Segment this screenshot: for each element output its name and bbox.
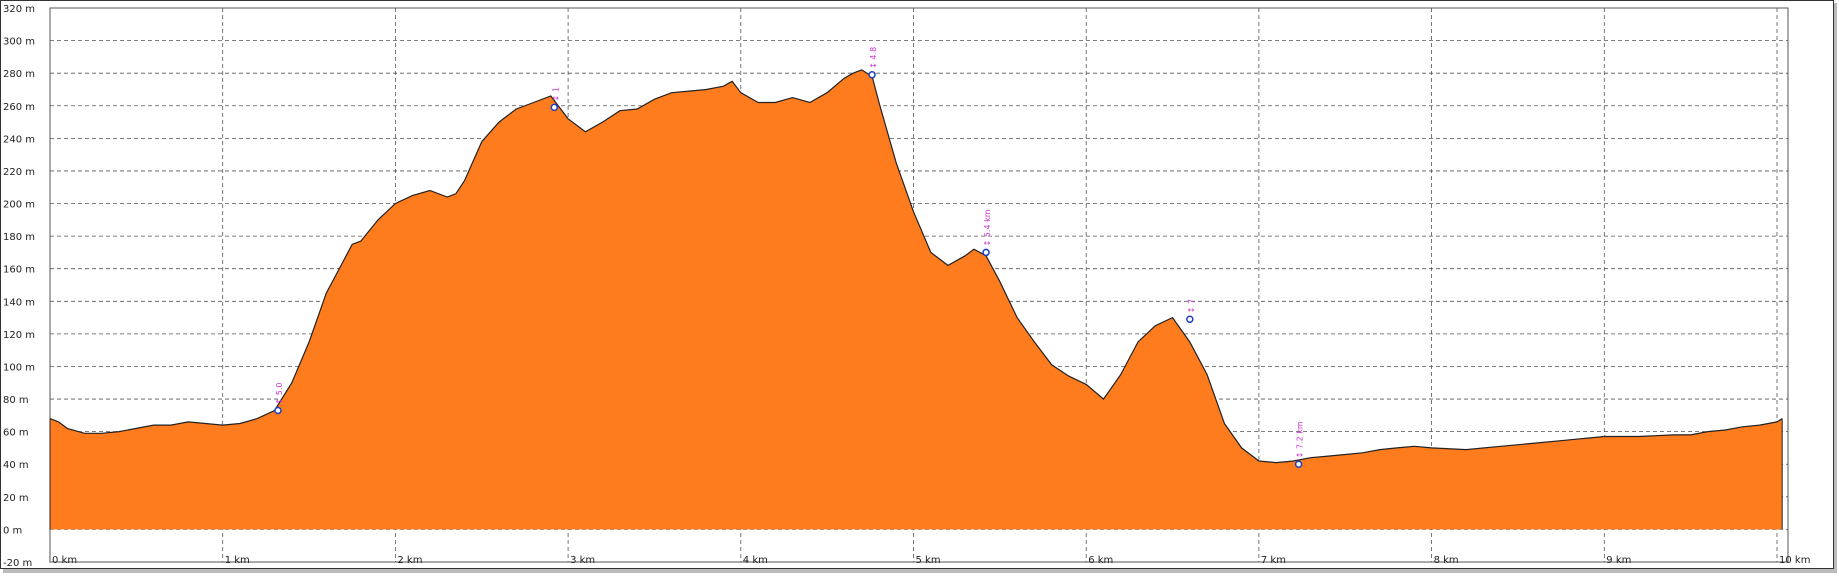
waypoint-label: ↕ 5.4 km bbox=[983, 209, 992, 246]
y-tick-label: 60 m bbox=[3, 428, 29, 439]
y-tick-label: 140 m bbox=[3, 297, 35, 308]
elevation-profile-chart: -20 m 0 m 20 m 40 m 60 m 80 m 100 m 120 m 140 m 1… bbox=[0, 0, 1839, 575]
y-tick-label: 260 m bbox=[3, 102, 35, 113]
waypoint-label: ↕ 7 bbox=[1187, 299, 1196, 313]
x-tick-label: 6 km bbox=[1088, 555, 1113, 566]
y-tick-label: 220 m bbox=[3, 167, 35, 178]
x-tick-label: 3 km bbox=[570, 555, 595, 566]
x-tick-label: 10 km bbox=[1779, 555, 1810, 566]
x-tick-label: 7 km bbox=[1261, 555, 1286, 566]
waypoint-marker bbox=[1294, 460, 1303, 468]
y-tick-label: 280 m bbox=[3, 69, 35, 80]
y-tick-label: 240 m bbox=[3, 134, 35, 145]
waypoint-marker bbox=[982, 248, 990, 257]
y-tick-label: 180 m bbox=[3, 232, 35, 243]
y-tick-label: 300 m bbox=[3, 37, 35, 48]
waypoint-marker bbox=[274, 406, 282, 415]
y-tick-label: 320 m bbox=[3, 4, 35, 15]
y-tick-label: 0 m bbox=[3, 525, 22, 536]
x-tick-label: 2 km bbox=[397, 555, 422, 566]
y-tick-label: -20 m bbox=[3, 558, 32, 569]
y-tick-label: 80 m bbox=[3, 395, 29, 406]
waypoint-marker bbox=[868, 71, 876, 79]
x-tick-label: 0 km bbox=[52, 555, 77, 566]
waypoint-marker bbox=[550, 103, 559, 112]
x-tick-label: 4 km bbox=[743, 555, 768, 566]
elevation-chart-svg: -20 m 0 m 20 m 40 m 60 m 80 m 100 m 120 m 140 m 1… bbox=[0, 0, 1837, 573]
y-tick-label: 100 m bbox=[3, 362, 35, 373]
y-tick-label: 120 m bbox=[3, 330, 35, 341]
x-tick-label: 8 km bbox=[1434, 555, 1459, 566]
waypoint-label: ↕ 7.2 km bbox=[1296, 421, 1305, 458]
waypoint-marker bbox=[1186, 315, 1194, 323]
waypoint-label: ↕ 4.8 bbox=[869, 47, 878, 69]
x-tick-label: 9 km bbox=[1606, 555, 1631, 566]
y-tick-label: 200 m bbox=[3, 200, 35, 211]
x-tick-label: 5 km bbox=[916, 555, 941, 566]
y-tick-label: 20 m bbox=[3, 493, 29, 504]
y-tick-label: 160 m bbox=[3, 265, 35, 276]
waypoint-label: ↕ 5.0 bbox=[275, 382, 284, 404]
y-tick-label: 40 m bbox=[3, 460, 29, 471]
x-tick-label: 1 km bbox=[225, 555, 250, 566]
waypoint-label: ↕ 1 bbox=[551, 87, 560, 101]
